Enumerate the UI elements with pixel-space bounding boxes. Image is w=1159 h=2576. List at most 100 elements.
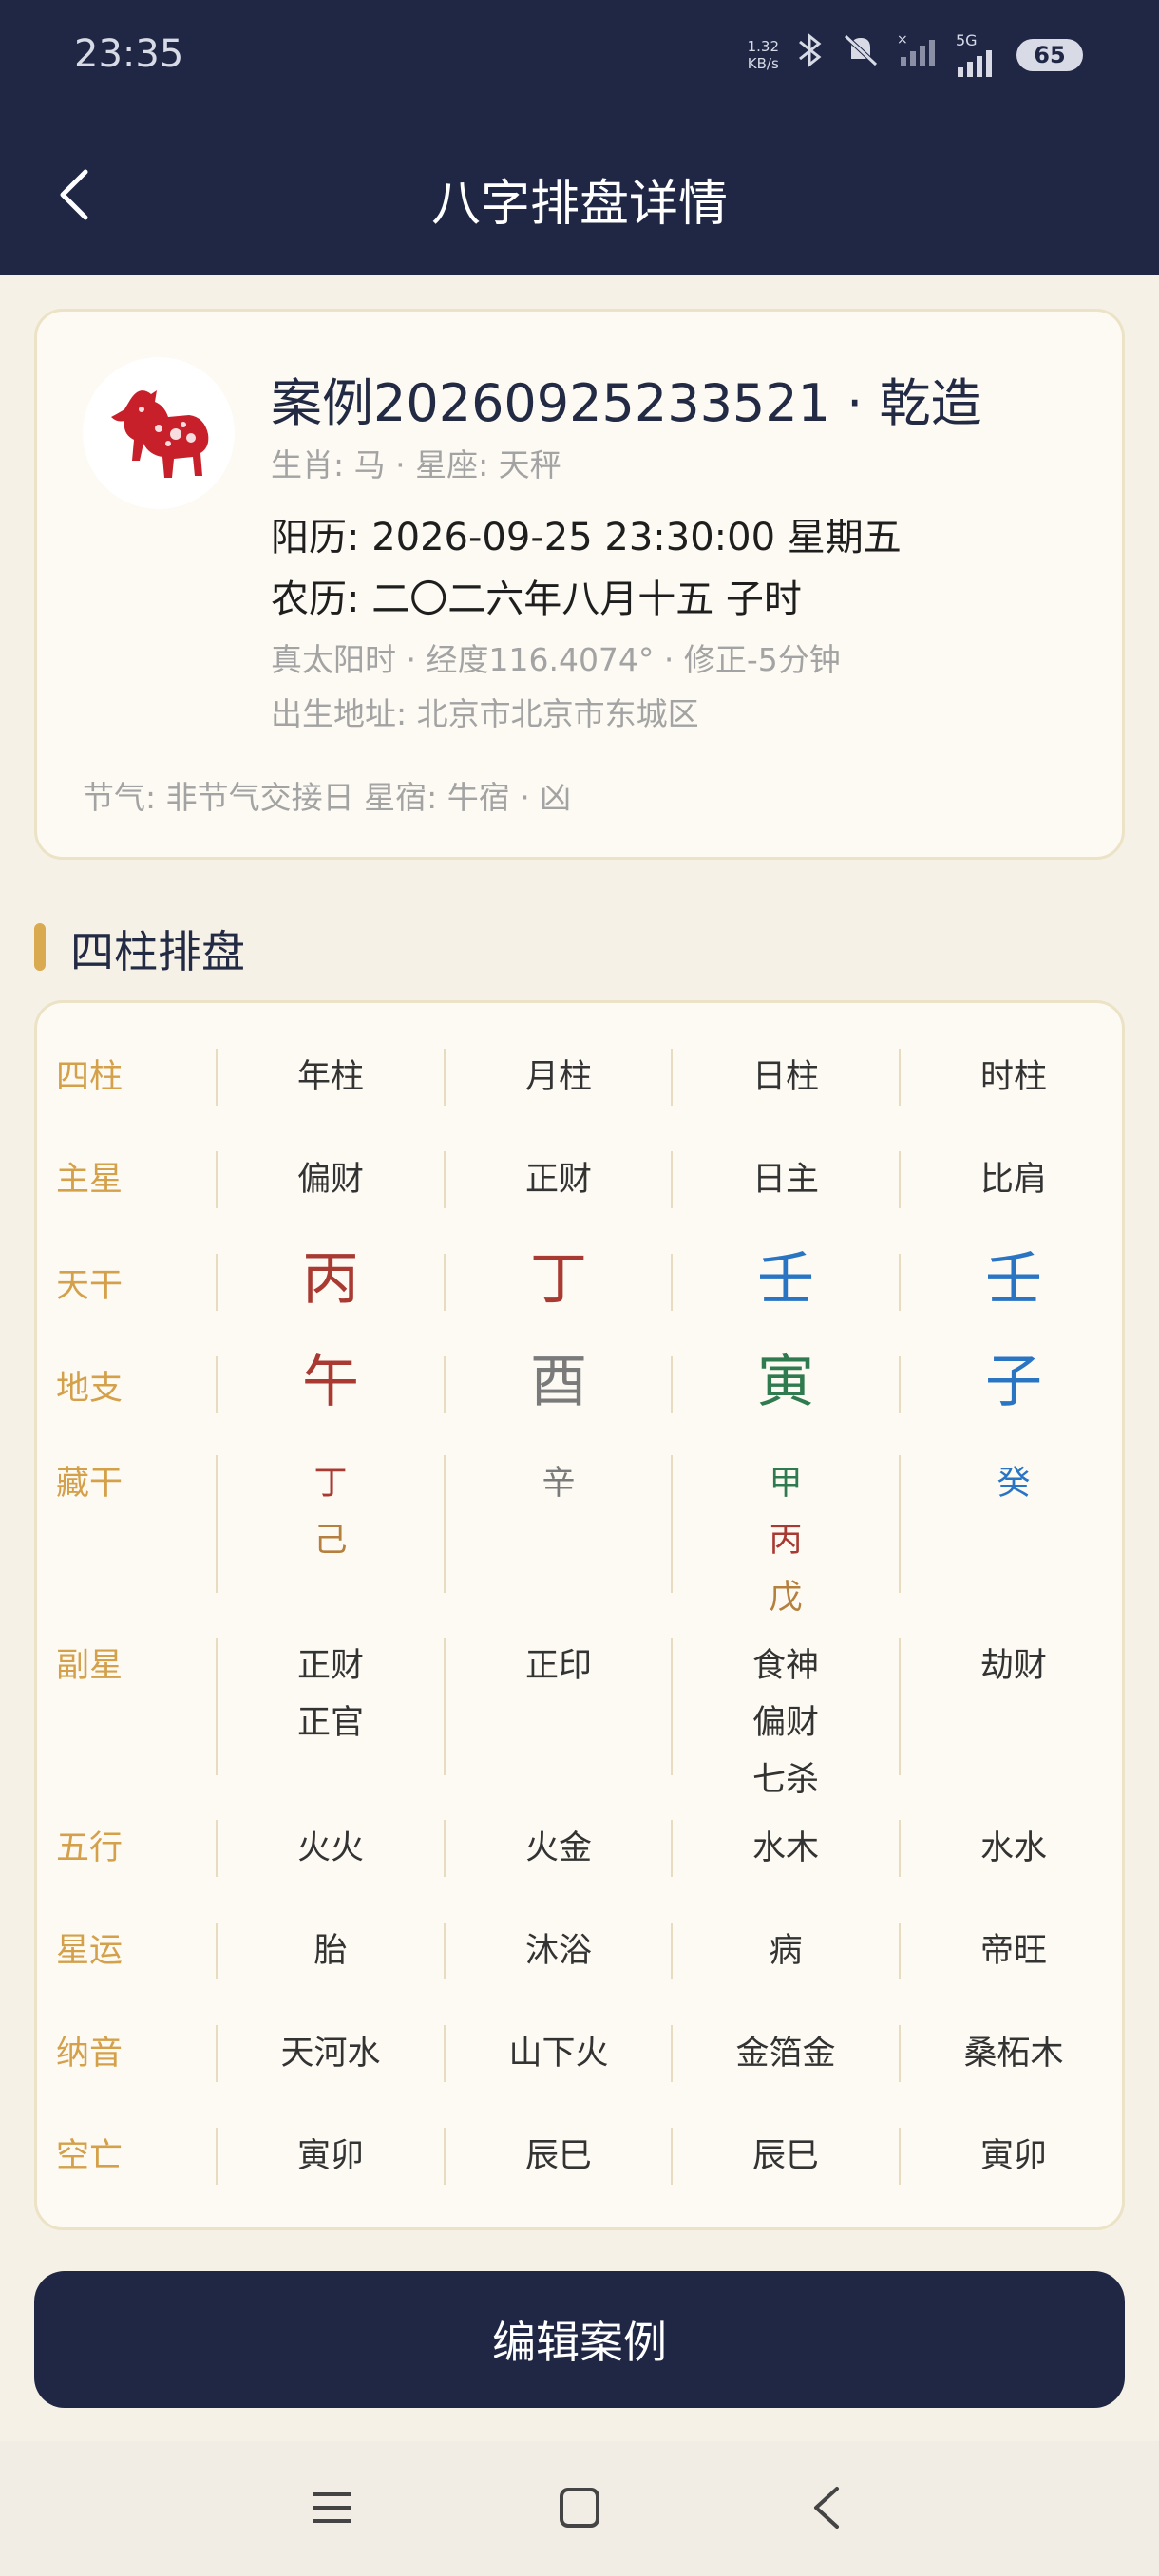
- hidden-stem: 辛: [542, 1465, 576, 1503]
- hidden-stem: 甲: [769, 1465, 803, 1503]
- table-cell: 比肩: [979, 1161, 1047, 1199]
- section-title: 四柱排盘: [70, 926, 245, 977]
- bell-muted-icon: [842, 32, 880, 77]
- table-row: 天干 丙 丁 壬 壬: [37, 1248, 1122, 1311]
- nav-home-button[interactable]: [551, 2479, 608, 2536]
- table-cell: 月柱: [524, 1058, 592, 1096]
- signal-5g-icon: 5G: [956, 30, 999, 77]
- sub-star: 劫财: [979, 1647, 1047, 1685]
- row-label: 天干: [56, 1267, 124, 1305]
- table-row: 星运 胎 沐浴 病 帝旺: [37, 1923, 1122, 1979]
- earthly-branch: 寅: [757, 1349, 814, 1415]
- svg-text:×: ×: [897, 32, 908, 47]
- table-cell: 水水: [979, 1829, 1047, 1867]
- battery-indicator: 65: [1016, 38, 1083, 71]
- table-row: 地支 午 酉 寅 子: [37, 1351, 1122, 1413]
- sub-stars-cell: 劫财: [900, 1638, 1128, 1695]
- nav-menu-button[interactable]: [304, 2479, 361, 2536]
- solar-date: 阳历: 2026-09-25 23:30:00 星期五: [271, 516, 902, 559]
- row-label: 地支: [56, 1370, 124, 1408]
- true-solar-time: 真太阳时 · 经度116.4074° · 修正-5分钟: [271, 641, 841, 678]
- menu-icon: [314, 2492, 352, 2523]
- earthly-branch: 子: [985, 1349, 1042, 1415]
- heavenly-stem: 丙: [302, 1246, 359, 1313]
- row-label: 星运: [56, 1932, 124, 1970]
- table-cell: 病: [769, 1932, 803, 1970]
- case-title: 案例20260925233521 · 乾造: [271, 373, 982, 433]
- sub-star: 食神: [751, 1647, 819, 1685]
- top-app-bar: 23:35 1.32 KB/s × 5G 65 八字排盘详情: [0, 0, 1159, 275]
- system-nav-bar: [0, 2441, 1159, 2576]
- sub-star: 正官: [296, 1704, 364, 1742]
- table-row: 纳音 天河水 山下火 金箔金 桑柘木: [37, 2025, 1122, 2082]
- row-label: 藏干: [56, 1465, 124, 1503]
- table-cell: 偏财: [296, 1161, 364, 1199]
- nav-back-button[interactable]: [798, 2479, 855, 2536]
- status-time: 23:35: [74, 32, 184, 76]
- table-cell: 日柱: [751, 1058, 819, 1096]
- birthplace: 出生地址: 北京市北京市东城区: [271, 695, 699, 732]
- table-cell: 辰巳: [751, 2137, 819, 2175]
- sub-star: 偏财: [751, 1704, 819, 1742]
- hidden-stems-cell: 癸: [900, 1455, 1128, 1512]
- table-row: 主星 偏财 正财 日主 比肩: [37, 1151, 1122, 1208]
- hidden-stem: 己: [314, 1522, 348, 1560]
- table-row: 空亡 寅卯 辰巳 辰巳 寅卯: [37, 2128, 1122, 2185]
- section-accent-bar: [34, 923, 46, 971]
- status-icons: 1.32 KB/s × 5G 65: [748, 32, 1083, 77]
- table-cell: 水木: [751, 1829, 819, 1867]
- table-cell: 金箔金: [735, 2035, 836, 2073]
- four-pillars-table: 四柱 年柱 月柱 日柱 时柱 主星 偏财 正财 日主 比肩 天干 丙 丁 壬 壬…: [34, 1000, 1125, 2230]
- avatar: [83, 357, 235, 509]
- heavenly-stem: 丁: [530, 1246, 587, 1313]
- hidden-stem: 戊: [769, 1579, 803, 1617]
- table-cell: 沐浴: [524, 1932, 592, 1970]
- hidden-stems-cell: 甲 丙 戊: [672, 1455, 900, 1626]
- table-cell: 火火: [296, 1829, 364, 1867]
- hidden-stems-cell: 辛: [445, 1455, 673, 1512]
- table-cell: 年柱: [296, 1058, 364, 1096]
- table-cell: 辰巳: [524, 2137, 592, 2175]
- network-type-label: 5G: [956, 30, 978, 49]
- table-cell: 寅卯: [979, 2137, 1047, 2175]
- profile-card: 案例20260925233521 · 乾造 生肖: 马 · 星座: 天秤 阳历:…: [34, 309, 1125, 860]
- table-cell: 天河水: [280, 2035, 381, 2073]
- table-row: 副星 正财 正官 正印 食神 偏财 七杀 劫财: [37, 1638, 1122, 1799]
- signal-off-icon: ×: [897, 32, 939, 77]
- earthly-branch: 午: [302, 1349, 359, 1415]
- bluetooth-icon: [796, 32, 825, 77]
- table-cell: 山下火: [508, 2035, 609, 2073]
- table-row: 五行 火火 火金 水木 水水: [37, 1820, 1122, 1877]
- solar-term-info: 节气: 非节气交接日 星宿: 牛宿 · 凶: [83, 779, 572, 816]
- horse-zodiac-icon: [111, 390, 209, 478]
- row-label: 主星: [56, 1161, 124, 1199]
- hidden-stem: 丙: [769, 1522, 803, 1560]
- hidden-stems-cell: 丁 己: [217, 1455, 445, 1569]
- table-cell: 正财: [524, 1161, 592, 1199]
- table-row: 四柱 年柱 月柱 日柱 时柱: [37, 1049, 1122, 1106]
- lunar-date: 农历: 二〇二六年八月十五 子时: [271, 578, 802, 621]
- network-speed-value: 1.32: [747, 37, 779, 55]
- row-label: 副星: [56, 1647, 124, 1685]
- table-cell: 寅卯: [296, 2137, 364, 2175]
- table-cell: 火金: [524, 1829, 592, 1867]
- sub-star: 正财: [296, 1647, 364, 1685]
- triangle-back-icon: [814, 2487, 839, 2529]
- table-cell: 时柱: [979, 1058, 1047, 1096]
- row-label: 五行: [56, 1829, 124, 1867]
- network-speed: 1.32 KB/s: [748, 38, 779, 72]
- network-speed-unit: KB/s: [747, 54, 779, 72]
- sub-stars-cell: 正财 正官: [217, 1638, 445, 1752]
- sub-star: 七杀: [751, 1761, 819, 1799]
- table-cell: 帝旺: [979, 1932, 1047, 1970]
- edit-case-button[interactable]: 编辑案例: [34, 2271, 1125, 2408]
- row-label: 四柱: [56, 1058, 124, 1096]
- table-cell: 桑柘木: [963, 2035, 1064, 2073]
- sub-stars-cell: 正印: [445, 1638, 673, 1695]
- table-row: 藏干 丁 己 辛 甲 丙 戊 癸: [37, 1455, 1122, 1617]
- table-cell: 胎: [314, 1932, 348, 1970]
- row-label: 纳音: [56, 2035, 124, 2073]
- row-label: 空亡: [56, 2137, 124, 2175]
- sub-star: 正印: [524, 1647, 592, 1685]
- table-cell: 日主: [751, 1161, 819, 1199]
